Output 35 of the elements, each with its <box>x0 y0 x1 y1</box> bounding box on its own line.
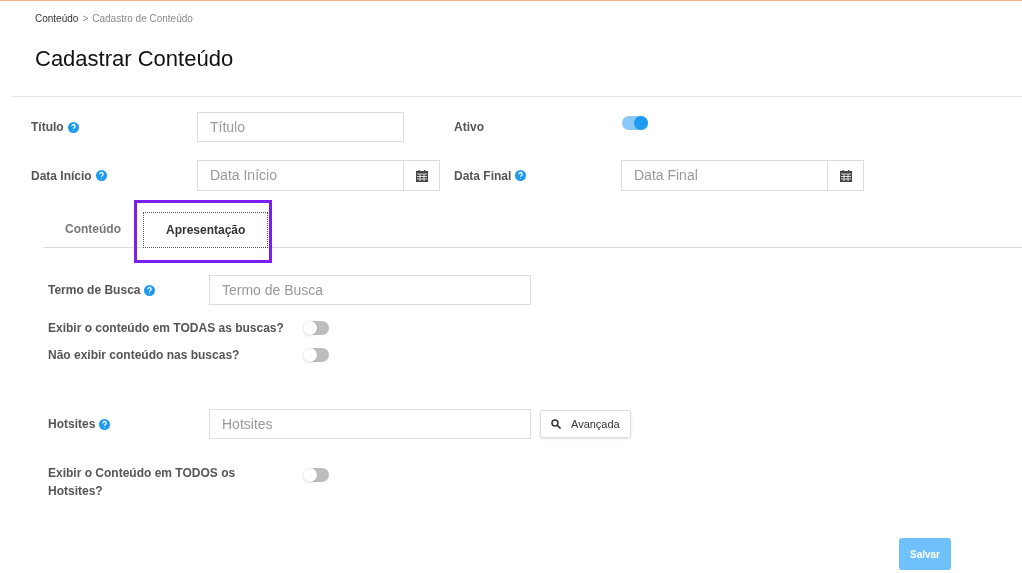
advanced-search-button[interactable]: Avançada <box>540 410 631 438</box>
title-field[interactable]: Título <box>197 112 404 142</box>
toggle-label: Exibir o conteúdo em TODAS as buscas? <box>48 320 285 337</box>
toggle-switch[interactable] <box>622 116 648 130</box>
calendar-icon <box>415 169 428 182</box>
toggle-label: Não exibir conteúdo nas buscas? <box>48 347 241 364</box>
date-field[interactable]: Data Início <box>197 160 404 191</box>
field-label: Ativo <box>454 119 485 136</box>
help-icon <box>144 284 156 296</box>
search-icon <box>551 419 561 429</box>
help-icon <box>515 170 527 181</box>
breadcrumb-separator: > <box>82 12 89 21</box>
hotsites-field[interactable]: Hotsites <box>209 409 531 439</box>
page-title: Cadastrar Conteúdo <box>34 45 235 73</box>
field-label: Data Início <box>31 167 92 185</box>
help-icon <box>67 121 79 133</box>
breadcrumb-link[interactable]: Conteúdo <box>35 11 79 21</box>
calendar-button[interactable] <box>828 160 864 191</box>
toggle-switch[interactable] <box>303 321 329 335</box>
search-term-field[interactable]: Termo de Busca <box>209 275 531 305</box>
help-icon <box>99 418 111 430</box>
field-label: Data Final <box>454 167 512 185</box>
toggle-switch[interactable] <box>303 348 329 362</box>
tab[interactable]: Conteúdo <box>43 211 143 247</box>
help-icon <box>95 170 107 181</box>
breadcrumb-current: Cadastro de Conteúdo <box>92 12 193 21</box>
field-label: Hotsites <box>48 416 96 433</box>
toggle-switch[interactable] <box>303 468 329 482</box>
field-label: Título <box>31 119 64 136</box>
tab[interactable]: Apresentação <box>143 212 269 248</box>
toggle-label: Exibir o Conteúdo em TODOS os Hotsites? <box>48 465 237 500</box>
calendar-icon <box>839 169 852 182</box>
calendar-button[interactable] <box>404 160 440 191</box>
field-label: Termo de Busca <box>48 282 141 299</box>
date-field[interactable]: Data Final <box>621 160 828 191</box>
